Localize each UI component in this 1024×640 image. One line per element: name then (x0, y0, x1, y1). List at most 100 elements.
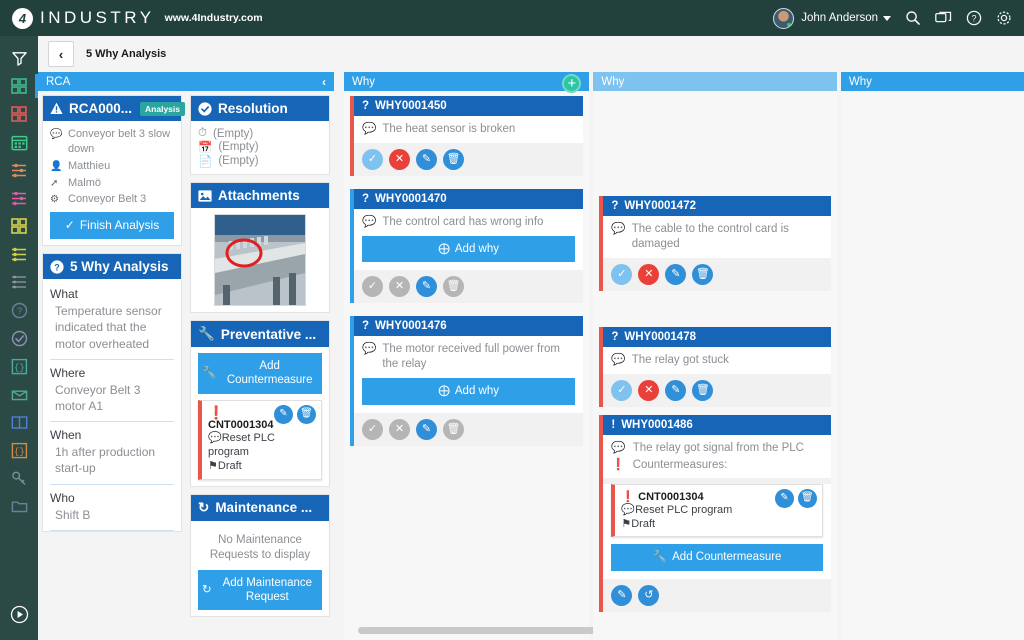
delete-icon[interactable]: 🗑 (297, 404, 316, 424)
filter-icon[interactable] (0, 44, 38, 72)
edit-icon[interactable]: ✎ (416, 418, 437, 440)
key-icon[interactable] (0, 464, 38, 492)
reject-icon[interactable]: ✕ (389, 418, 410, 440)
calendar-green-icon[interactable] (0, 128, 38, 156)
edit-icon[interactable]: ✎ (665, 379, 687, 401)
check-circle-icon[interactable] (0, 324, 38, 352)
reject-icon[interactable]: ✕ (389, 276, 410, 298)
search-icon[interactable] (905, 10, 921, 26)
list-grey-icon[interactable] (0, 268, 38, 296)
approve-icon[interactable]: ✓ (611, 379, 633, 401)
sliders-yellow-icon[interactable] (0, 240, 38, 268)
comment-icon: 💬 (362, 123, 377, 135)
horizontal-scrollbar[interactable] (358, 627, 598, 634)
trash-icon[interactable]: 🗑 (692, 263, 714, 285)
trash-icon[interactable]: 🗑 (692, 379, 714, 401)
why-card: ? WHY0001478 💬 The relay got stuck ✓ ✕ ✎… (599, 326, 831, 407)
why-column-2: Why ? WHY0001472 💬 The cable to the cont… (593, 72, 837, 640)
help-icon[interactable]: ? (966, 10, 982, 26)
flag-icon: ⚑ (208, 460, 218, 473)
help-circle-icon[interactable]: ? (0, 296, 38, 324)
gear-icon[interactable] (996, 10, 1012, 26)
question-icon: ? (611, 200, 619, 212)
five-why-section: Who Shift B (43, 485, 181, 531)
why-card: ? WHY0001476 💬 The motor received full p… (350, 316, 584, 446)
grid-yellow-icon[interactable] (0, 212, 38, 240)
maintenance-title: Maintenance ... (215, 500, 313, 516)
book-blue-icon[interactable] (0, 408, 38, 436)
add-maintenance-request-button[interactable]: ↻ Add Maintenance Request (198, 569, 322, 611)
brand-name: INDUSTRY (40, 8, 155, 27)
preventative-title: Preventative ... (220, 326, 317, 342)
edit-icon[interactable]: ✎ (774, 488, 794, 508)
countermeasure-card[interactable]: ✎ 🗑 ❗ CNT0001304 💬Reset PLC program ⚑Dra… (611, 483, 823, 538)
chat-icon[interactable] (935, 11, 952, 26)
approve-icon[interactable]: ✓ (362, 148, 383, 170)
why-column-3: Why (840, 72, 1024, 640)
edit-icon[interactable]: ✎ (665, 263, 687, 285)
trash-icon[interactable]: 🗑 (443, 148, 464, 170)
section-value: Temperature sensor indicated that the mo… (55, 304, 162, 351)
approve-icon[interactable]: ✓ (611, 263, 633, 285)
why-card-id: WHY0001450 (375, 100, 447, 112)
braces-orange-icon[interactable]: {} (0, 436, 38, 464)
why-card: ? WHY0001450 💬 The heat sensor is broken… (350, 96, 584, 176)
rca-right-panel: Resolution ⏱ (Empty) 📅 (Empty) 📄 (Empty)… (186, 91, 334, 628)
edit-icon[interactable]: ✎ (416, 276, 437, 298)
inbox-green-icon[interactable] (0, 380, 38, 408)
add-why-button[interactable]: ⨁ Add why (362, 235, 576, 263)
page-title: 5 Why Analysis (86, 48, 167, 60)
comment-icon: 💬 (621, 503, 636, 516)
reject-icon[interactable]: ✕ (638, 263, 660, 285)
undo-icon[interactable]: ↺ (638, 584, 660, 606)
edit-icon[interactable]: ✎ (416, 148, 437, 170)
attachments-header: Attachments (191, 183, 329, 208)
reject-icon[interactable]: ✕ (389, 148, 410, 170)
brand-logo[interactable]: 4 INDUSTRY www.4Industry.com (0, 7, 263, 29)
trash-icon[interactable]: 🗑 (443, 276, 464, 298)
folder-icon[interactable] (0, 492, 38, 520)
play-circle-icon[interactable] (0, 600, 38, 628)
resolution-value: (Empty) (218, 141, 259, 153)
top-bar: 4 INDUSTRY www.4Industry.com John Anders… (0, 0, 1024, 36)
approve-icon[interactable]: ✓ (362, 418, 383, 440)
user-name: John Anderson (801, 12, 878, 24)
brand-url: www.4Industry.com (164, 12, 263, 24)
section-value: 1h after production start-up (55, 445, 156, 476)
finish-analysis-button[interactable]: ✓ Finish Analysis (50, 212, 174, 240)
why-card-header: ? WHY0001470 (354, 188, 584, 209)
back-button[interactable]: ‹ (48, 41, 74, 67)
section-label: When (50, 428, 82, 443)
add-why-button[interactable]: ⨁ Add why (362, 378, 576, 405)
why-card-actions: ✓ ✕ ✎ 🗑 (354, 413, 583, 446)
approve-icon[interactable]: ✓ (362, 276, 383, 298)
add-why-label: Add why (454, 242, 499, 255)
image-icon (198, 189, 212, 202)
rca-column: RCA ‹ RCA000... Analysis 💬 Conveyor belt… (38, 72, 334, 628)
countermeasure-status-row: ⚑Draft (621, 517, 816, 531)
why-card-lines: 💬 The relay got signal from the PLC ❗ Co… (603, 434, 831, 478)
why-card-countermeasure-area: ✎ 🗑 ❗ CNT0001304 💬Reset PLC program ⚑Dra… (603, 483, 831, 579)
reject-icon[interactable]: ✕ (638, 379, 660, 401)
attachment-thumbnail[interactable] (214, 214, 306, 306)
delete-icon[interactable]: 🗑 (797, 488, 817, 508)
edit-icon[interactable]: ✎ (611, 584, 633, 606)
braces-teal-icon[interactable]: {} (0, 352, 38, 380)
rca-card-body: 💬 Conveyor belt 3 slow down 👤 Matthieu ➚… (43, 121, 181, 245)
calendar-icon: 📅 (198, 142, 213, 154)
resolution-card: Resolution ⏱ (Empty) 📅 (Empty) 📄 (Empty) (190, 95, 330, 175)
why-card: ? WHY0001472 💬 The cable to the control … (599, 196, 831, 291)
edit-icon[interactable]: ✎ (274, 404, 293, 424)
resolution-value: (Empty) (218, 155, 259, 167)
add-countermeasure-button[interactable]: 🔧 Add Countermeasure (611, 544, 823, 571)
sliders-orange-icon[interactable] (0, 156, 38, 184)
collapse-icon[interactable]: ‹ (322, 75, 326, 89)
user-menu[interactable]: John Anderson (773, 7, 891, 29)
sliders-pink-icon[interactable] (0, 184, 38, 212)
countermeasure-card[interactable]: ✎ 🗑 ❗ CNT0001304 💬Reset PLC program ⚑Dra… (198, 399, 322, 480)
trash-icon[interactable]: 🗑 (443, 418, 464, 440)
why-column-3-header: Why (840, 72, 1024, 91)
add-countermeasure-button[interactable]: 🔧 Add Countermeasure (198, 353, 322, 394)
grid-red-icon[interactable] (0, 100, 38, 128)
grid-green-icon[interactable] (0, 72, 38, 100)
